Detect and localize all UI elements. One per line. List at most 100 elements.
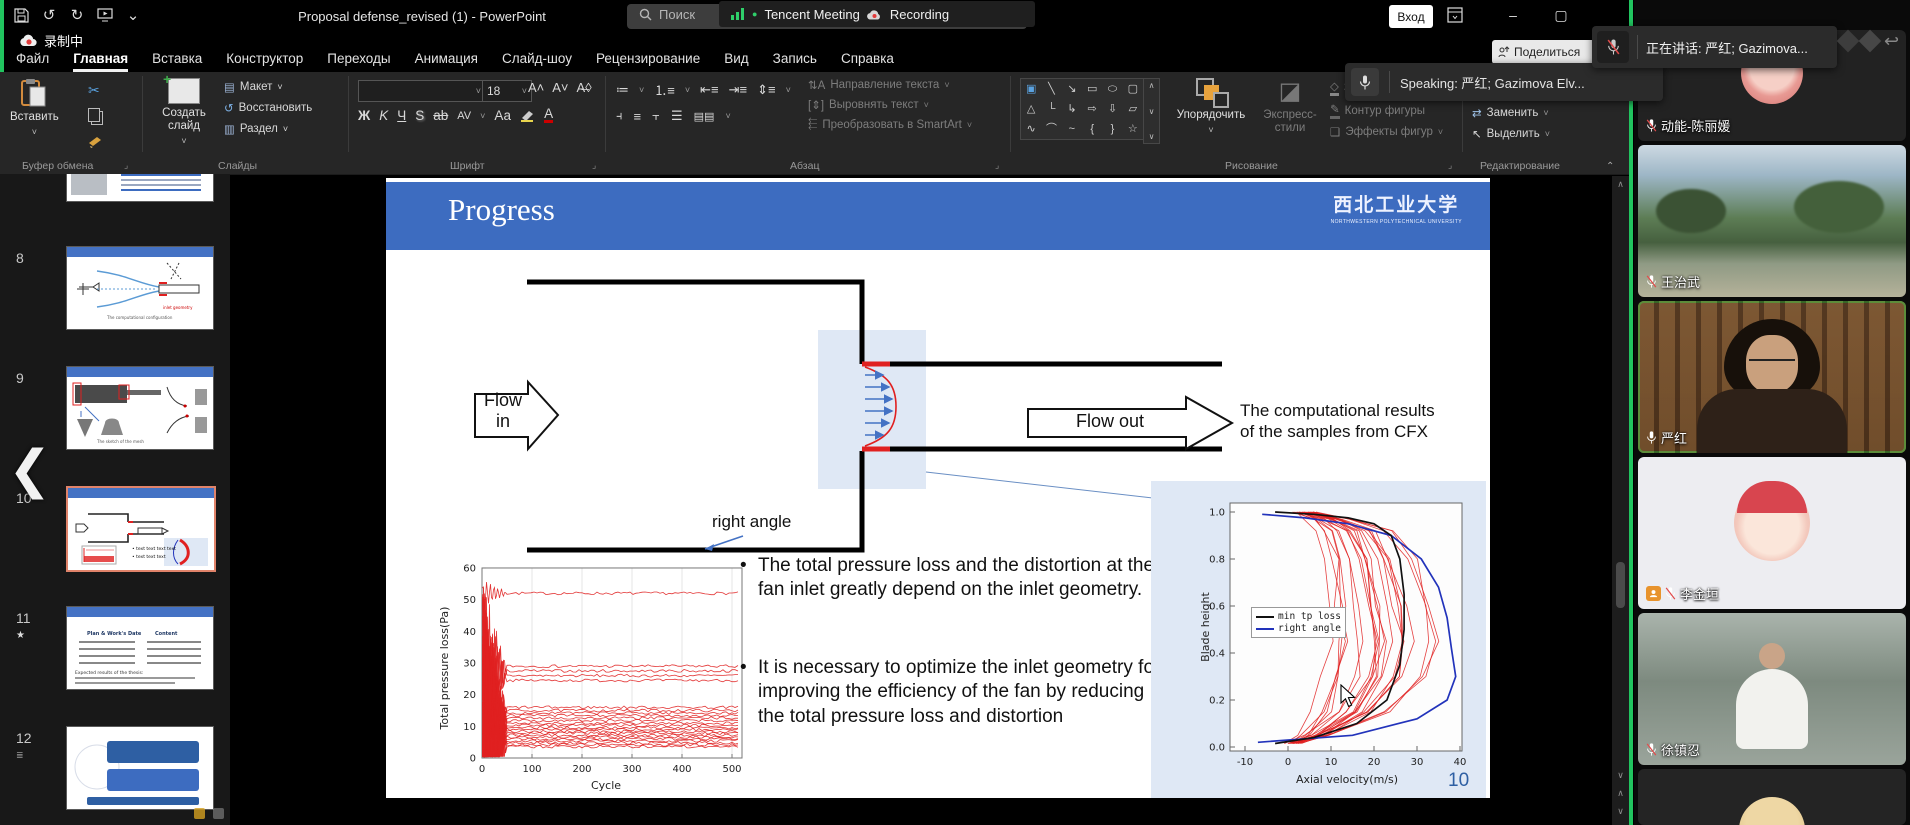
numbering-button[interactable]: ⒈≡: [654, 80, 675, 99]
clipboard-dialog-launcher[interactable]: ⌟: [124, 160, 128, 171]
italic-button[interactable]: K: [379, 108, 388, 123]
select-button[interactable]: ↖Выделить˅: [1472, 127, 1550, 141]
text-shadow-button[interactable]: S: [415, 108, 424, 123]
reaction-icon[interactable]: [1859, 30, 1882, 53]
tab-review[interactable]: Рецензирование: [586, 48, 710, 72]
paragraph-dialog-launcher[interactable]: ⌟: [995, 160, 999, 171]
reaction-icon[interactable]: [1837, 30, 1860, 53]
copy-button[interactable]: [88, 108, 102, 127]
shape-glyph[interactable]: }: [1111, 124, 1115, 135]
align-right-button[interactable]: ⫟: [652, 108, 660, 124]
shape-glyph[interactable]: ~: [1069, 124, 1075, 135]
convert-smartart-button[interactable]: ⬱Преобразовать в SmartArt˅: [808, 118, 972, 131]
participant-tile[interactable]: 王治武: [1638, 145, 1906, 297]
scroll-down-icon[interactable]: ∨: [1149, 107, 1155, 116]
maximize-button[interactable]: ▢: [1546, 7, 1576, 24]
previous-slide-button[interactable]: ∧: [1612, 788, 1629, 799]
font-name-combo[interactable]: ˅: [358, 80, 486, 102]
tab-transitions[interactable]: Переходы: [317, 48, 400, 72]
font-dialog-launcher[interactable]: ⌟: [592, 160, 596, 171]
drawing-dialog-launcher[interactable]: ⌟: [1448, 160, 1452, 171]
shape-glyph[interactable]: ╲: [1048, 84, 1055, 95]
slide-scrollbar[interactable]: ∧ ∨ ∧ ∨: [1612, 176, 1629, 825]
columns-button[interactable]: ▤▤: [694, 110, 715, 123]
shape-glyph[interactable]: ⌒: [1046, 124, 1057, 135]
paste-button[interactable]: Вставить ˅: [10, 78, 59, 138]
shape-outline-button[interactable]: ✎Контур фигуры: [1330, 102, 1443, 119]
tab-file[interactable]: Файл: [6, 48, 59, 72]
qat-customize-icon[interactable]: ⌄: [120, 4, 146, 26]
change-case-button[interactable]: Аа: [494, 108, 511, 123]
shape-glyph[interactable]: ▣: [1026, 84, 1036, 95]
shape-glyph[interactable]: △: [1027, 104, 1035, 115]
tab-view[interactable]: Вид: [714, 48, 758, 72]
participant-tile[interactable]: 李金垣: [1638, 457, 1906, 609]
slide-thumbnail-11[interactable]: Plan & Work's DateContentExpected result…: [66, 606, 214, 690]
shape-glyph[interactable]: {: [1090, 124, 1094, 135]
share-button[interactable]: Поделиться: [1492, 40, 1600, 64]
shapes-gallery-scroll[interactable]: ∧ ∨ ∨: [1143, 78, 1160, 144]
highlight-button[interactable]: [520, 109, 535, 122]
slide-thumbnail-10-selected[interactable]: • text text text text• text text text: [66, 486, 216, 572]
undo-icon[interactable]: ↺: [36, 4, 62, 26]
font-color-button[interactable]: А: [544, 108, 553, 123]
shape-glyph[interactable]: ∿: [1027, 124, 1036, 135]
shrink-font-button[interactable]: A˅: [552, 80, 568, 95]
tencent-meeting-bar[interactable]: ● Tencent Meeting Recording: [719, 1, 1035, 27]
decrease-indent-button[interactable]: ⇤≡: [700, 82, 718, 98]
scroll-up-icon[interactable]: ∧: [1149, 81, 1155, 90]
participant-tile[interactable]: [1638, 769, 1906, 825]
grow-font-button[interactable]: A˄: [528, 80, 544, 95]
text-direction-button[interactable]: ⇅AНаправление текста˅: [808, 78, 972, 92]
tab-home[interactable]: Главная: [63, 48, 138, 72]
bullets-button[interactable]: ≔: [616, 82, 629, 98]
scroll-up-arrow[interactable]: ∧: [1612, 179, 1629, 190]
clear-formatting-button[interactable]: A̶◊: [577, 80, 592, 95]
line-spacing-button[interactable]: ⇕≡: [757, 82, 775, 98]
save-icon[interactable]: [8, 4, 34, 26]
shape-glyph[interactable]: └: [1048, 104, 1056, 115]
shape-glyph[interactable]: ⬭: [1108, 84, 1117, 95]
shape-glyph[interactable]: ☆: [1128, 124, 1138, 135]
shape-glyph[interactable]: ↳: [1067, 104, 1076, 115]
slide-thumbnail-9[interactable]: The sketch of the mesh: [66, 366, 214, 450]
next-slide-button[interactable]: ∨: [1612, 806, 1629, 817]
tab-animations[interactable]: Анимация: [405, 48, 488, 72]
tab-help[interactable]: Справка: [831, 48, 904, 72]
reply-arrow-icon[interactable]: ↩: [1884, 32, 1899, 50]
slide-thumbnail-12[interactable]: [66, 726, 214, 810]
character-spacing-button[interactable]: AV: [457, 110, 471, 122]
slide-thumbnail-8[interactable]: inlet geometryThe computational configur…: [66, 246, 214, 330]
scrollbar-thumb[interactable]: [1616, 562, 1625, 608]
align-left-button[interactable]: ⫞: [616, 108, 623, 124]
gallery-more-icon[interactable]: ∨: [1149, 132, 1155, 141]
tab-slideshow[interactable]: Слайд-шоу: [492, 48, 582, 72]
ribbon-display-options-icon[interactable]: [1447, 7, 1477, 23]
shape-glyph[interactable]: ⇩: [1108, 104, 1117, 115]
shape-glyph[interactable]: ▢: [1128, 84, 1138, 95]
replace-button[interactable]: ⇄Заменить˅: [1472, 106, 1550, 120]
format-painter-button[interactable]: [88, 136, 102, 148]
tab-insert[interactable]: Вставка: [142, 48, 212, 72]
justify-button[interactable]: ☰: [671, 108, 683, 124]
new-slide-button[interactable]: + Создать слайд ˅: [152, 78, 216, 147]
align-center-button[interactable]: ≡: [634, 109, 642, 124]
font-size-combo[interactable]: 18˅: [482, 80, 532, 102]
minimize-button[interactable]: –: [1498, 7, 1528, 23]
shape-glyph[interactable]: ▭: [1087, 84, 1097, 95]
sign-in-button[interactable]: Вход: [1389, 5, 1433, 28]
shape-effects-button[interactable]: ❑Эффекты фигур˅: [1330, 125, 1443, 139]
strikethrough-button[interactable]: ab: [433, 108, 448, 123]
underline-button[interactable]: Ч: [397, 108, 406, 123]
reset-slide-button[interactable]: ↺Восстановить: [224, 101, 312, 115]
shape-glyph[interactable]: ▱: [1129, 104, 1137, 115]
participant-tile-speaking[interactable]: 严红: [1638, 301, 1906, 453]
mic-muted-icon[interactable]: [1597, 31, 1629, 63]
quick-styles-button[interactable]: ◪ Экспресс-стили: [1258, 78, 1322, 135]
participant-tile[interactable]: 徐镇忍: [1638, 613, 1906, 765]
section-button[interactable]: ▥Раздел˅: [224, 122, 312, 136]
slide-canvas[interactable]: Progress 西北工业大学 NORTHWESTERN POLYTECHNIC…: [386, 178, 1490, 798]
arrange-button[interactable]: Упорядочить ˅: [1168, 78, 1254, 136]
start-slideshow-icon[interactable]: [92, 4, 118, 26]
collapse-ribbon-button[interactable]: ⌃: [1606, 161, 1614, 172]
